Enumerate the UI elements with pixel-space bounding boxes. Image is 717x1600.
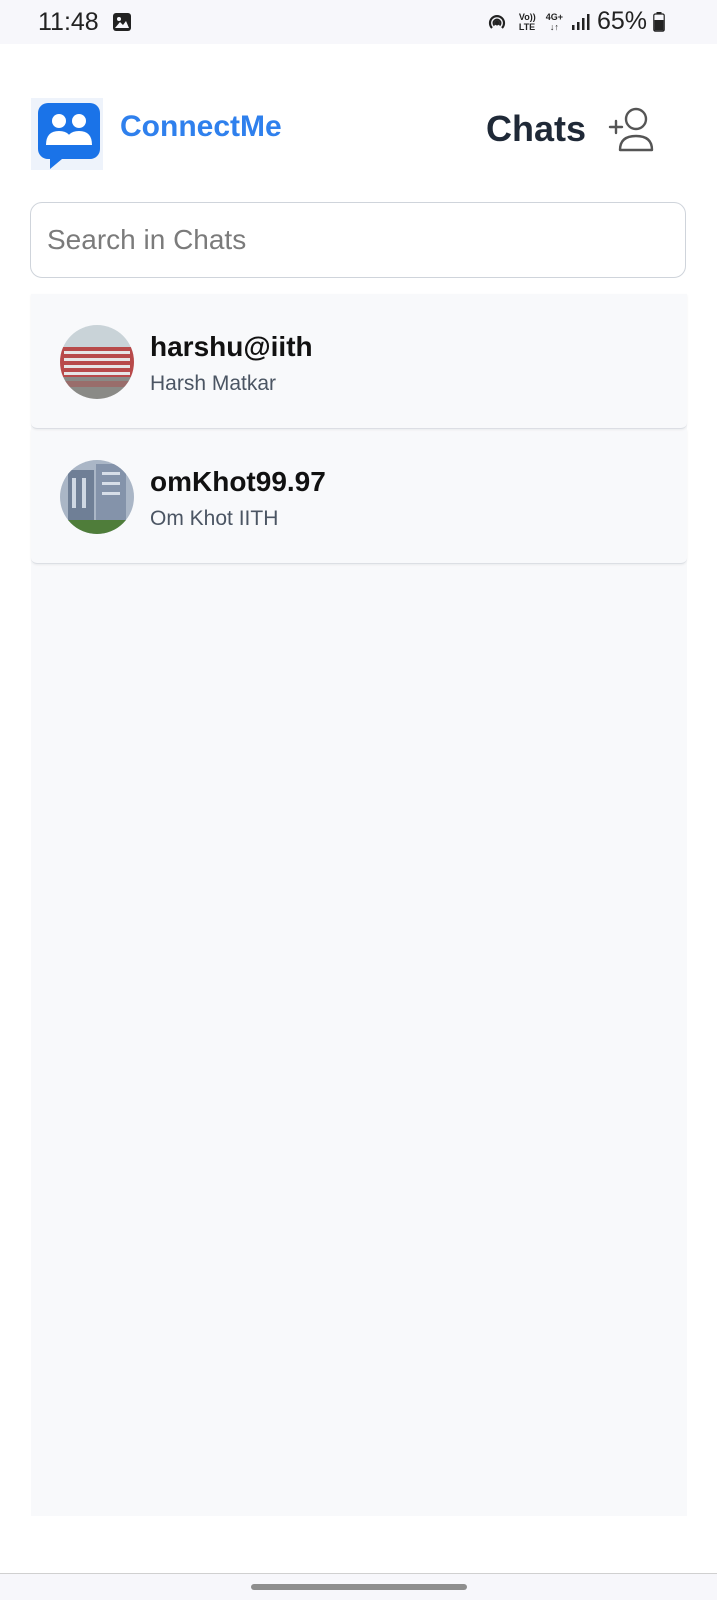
avatar xyxy=(60,325,134,399)
status-icons: Vo)) LTE 4G+ ↓↑ 65% xyxy=(485,7,665,36)
chats-screen: 11:48 Vo)) LTE 4G+ ↓↑ 65% ConnectMe Chat… xyxy=(0,0,717,1600)
network-type: 4G+ xyxy=(545,11,563,22)
chat-username: omKhot99.97 xyxy=(150,466,326,497)
add-user-button[interactable] xyxy=(608,106,660,156)
chat-fullname: Om Khot IITH xyxy=(150,507,279,530)
chat-fullname: Harsh Matkar xyxy=(150,372,277,395)
chat-username: harshu@iith xyxy=(150,331,313,362)
battery-icon xyxy=(653,11,665,32)
volte-icon: Vo)) LTE xyxy=(519,12,536,32)
people-chat-icon xyxy=(38,103,100,169)
network-arrows: ↓↑ xyxy=(549,21,559,32)
battery-percent: 65% xyxy=(596,7,647,35)
status-bar: 11:48 Vo)) LTE 4G+ ↓↑ 65% xyxy=(0,0,717,44)
volte-bottom: LTE xyxy=(518,21,536,32)
page-title: Chats xyxy=(486,108,587,149)
chat-list-item[interactable]: omKhot99.97 Om Khot IITH xyxy=(31,429,687,564)
search-input[interactable] xyxy=(30,202,686,278)
chat-list: harshu@iith Harsh Matkar omKhot99.97 Om … xyxy=(31,294,687,1516)
home-indicator[interactable] xyxy=(251,1584,467,1590)
gallery-icon xyxy=(113,13,131,31)
status-time: 11:48 xyxy=(38,8,99,36)
app-name: ConnectMe xyxy=(120,110,282,143)
avatar xyxy=(60,460,134,534)
app-logo xyxy=(31,98,103,170)
volte-top: Vo)) xyxy=(518,11,536,22)
add-user-icon xyxy=(608,107,654,152)
hotspot-icon xyxy=(488,14,505,29)
chat-list-item[interactable]: harshu@iith Harsh Matkar xyxy=(31,294,687,429)
network-type-icon: 4G+ ↓↑ xyxy=(546,12,563,32)
signal-icon xyxy=(571,13,590,30)
